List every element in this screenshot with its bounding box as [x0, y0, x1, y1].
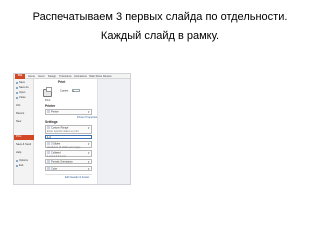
nav-new[interactable]: New [16, 120, 21, 124]
title-line-1: Распечатываем 3 первых слайда по отдельн… [32, 11, 288, 23]
print-button-label[interactable]: Print [45, 99, 50, 102]
copies-input[interactable]: 1 [71, 89, 80, 93]
print-pane: Print Print Copies: 1 Printer Printer ▼ … [35, 79, 130, 184]
nav-open[interactable]: Open [16, 91, 25, 95]
nav-print[interactable]: Print [14, 135, 34, 140]
printer-heading: Printer [45, 104, 56, 108]
color-icon [47, 167, 50, 170]
nav-recent[interactable]: Recent [16, 112, 24, 116]
nav-info[interactable]: Info [16, 104, 20, 108]
tab-design[interactable]: Design [48, 75, 56, 78]
printer-properties-link[interactable]: Printer Properties [77, 116, 97, 119]
tab-animations[interactable]: Animations [74, 75, 87, 78]
nav-save-as[interactable]: Save As [16, 86, 29, 90]
print-preview-area [97, 79, 130, 184]
save-icon [16, 81, 18, 84]
nav-options[interactable]: Options [16, 159, 28, 163]
chevron-down-icon: ▼ [87, 168, 90, 171]
slides-icon [47, 126, 50, 129]
color-select[interactable]: Color ▼ [45, 166, 92, 171]
save-as-icon [16, 86, 18, 89]
copies-control: Copies: 1 [60, 89, 80, 93]
tab-slide-show[interactable]: Slide Show [89, 75, 102, 78]
chevron-down-icon: ▼ [87, 152, 90, 155]
printer-select[interactable]: Printer ▼ [45, 109, 92, 115]
title-line-2: Каждый слайд в рамку. [100, 30, 220, 42]
tab-insert[interactable]: Insert [38, 75, 45, 78]
edit-header-footer-link[interactable]: Edit Header & Footer [65, 176, 89, 179]
nav-exit[interactable]: Exit [16, 164, 23, 168]
tab-review[interactable]: Review [103, 75, 112, 78]
orientation-icon [47, 160, 50, 163]
print-heading: Print [58, 80, 66, 84]
printer-small-icon [47, 110, 50, 113]
options-icon [16, 159, 18, 162]
tab-transitions[interactable]: Transitions [59, 75, 72, 78]
open-folder-icon [16, 91, 18, 94]
collation-select[interactable]: Collated 1,2,3 1,2,3 1,2,3 ▼ [45, 150, 92, 158]
layout-select[interactable]: 3 Slides Handouts (3 slides per page) ▼ [45, 141, 92, 149]
orientation-select[interactable]: Portrait Orientation ▼ [45, 159, 92, 164]
settings-heading: Settings [45, 120, 58, 124]
nav-help[interactable]: Help [16, 151, 21, 155]
nav-save-send[interactable]: Save & Send [16, 143, 31, 147]
exit-icon [16, 164, 18, 167]
close-doc-icon [16, 96, 18, 99]
collate-icon [47, 151, 50, 154]
powerpoint-print-screenshot: File Home Insert Design Transitions Anim… [13, 73, 131, 185]
slides-range-select[interactable]: Custom Range Enter specific slides to pr… [45, 125, 92, 134]
slides-field[interactable]: 1-3 [45, 135, 92, 139]
chevron-down-icon: ▼ [87, 161, 90, 164]
handout-icon [47, 142, 50, 145]
divider [45, 174, 92, 175]
slide-title: Распечатываем 3 первых слайда по отдельн… [0, 8, 320, 46]
nav-save[interactable]: Save [16, 81, 25, 85]
nav-close[interactable]: Close [16, 96, 26, 100]
chevron-down-icon: ▼ [87, 143, 90, 146]
printer-icon[interactable] [43, 87, 52, 97]
copies-label: Copies: [60, 89, 69, 93]
tab-home[interactable]: Home [28, 75, 35, 78]
backstage-nav: Save Save As Open Close Info Recent New … [14, 79, 34, 184]
chevron-down-icon: ▼ [87, 127, 90, 130]
chevron-down-icon: ▼ [87, 111, 90, 114]
